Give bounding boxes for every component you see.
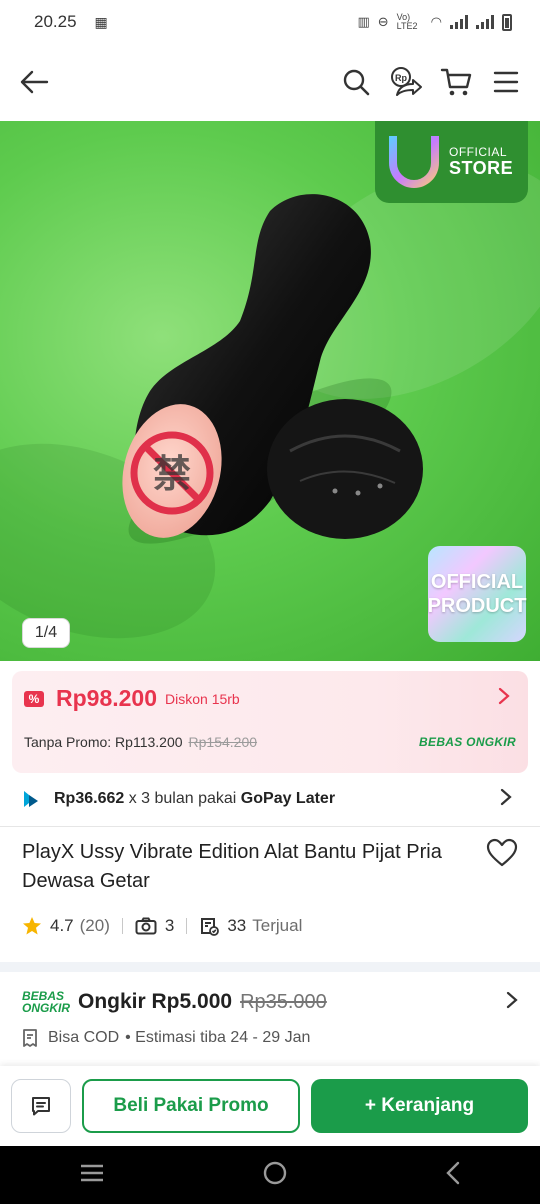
cart-icon[interactable] [438,64,474,100]
wishlist-heart-icon[interactable] [486,838,518,870]
product-stats: 4.7 (20) 3 33 Terjual [22,912,302,940]
wifi-icon: ◠ [430,14,442,29]
buy-with-promo-button[interactable]: Beli Pakai Promo [82,1079,300,1133]
shipping-cost: Ongkir Rp5.000 [78,990,233,1013]
price-card[interactable]: % Rp98.200 Diskon 15rb Tanpa Promo: Rp11… [12,671,528,773]
image-counter: 1/4 [22,618,70,648]
rating-value: 4.7 [50,916,74,935]
vibrate-icon: ▥ [357,14,370,29]
photo-count[interactable]: 3 [165,916,174,936]
chevron-right-icon[interactable] [500,788,512,811]
original-price: Rp154.200 [188,734,258,750]
signal-icon-2 [476,15,494,29]
gopay-middle: x 3 bulan pakai [124,790,241,807]
gopay-amount: Rp36.662 [54,790,125,807]
sold-bag-icon [199,916,220,936]
signal-icon [450,15,468,29]
badge-line2: STORE [449,157,514,178]
shipping-row[interactable]: BEBAS ONGKIR Ongkir Rp5.000 Rp35.000 [22,990,518,1014]
sold-label: Terjual [252,916,303,935]
bebas-ongkir-logo: BEBAS ONGKIR [22,990,70,1014]
battery-icon [502,13,512,31]
menu-icon[interactable] [488,64,524,100]
sold-count: 33 [227,916,247,935]
chevron-right-icon[interactable] [498,687,510,710]
bebas-logo-line2: ONGKIR [22,1001,70,1015]
separator [121,918,123,934]
recent-apps-icon[interactable] [79,1163,105,1188]
review-count[interactable]: (20) [80,916,110,936]
svg-text:禁: 禁 [153,452,191,496]
delivery-eta: • Estimasi tiba 24 - 29 Jan [125,1029,311,1046]
chevron-right-icon[interactable] [506,991,518,1014]
no-promo-price: Tanpa Promo: Rp113.200 [24,734,183,750]
section-divider [0,962,540,972]
price-main: Rp98.200 [56,685,158,711]
product-image[interactable]: 禁 OFFICIAL STORE OFFICIAL PRODUCT 1/4 [0,121,540,661]
camera-icon [135,917,157,935]
chat-icon [32,1097,50,1116]
back-arrow-icon[interactable] [16,64,52,100]
network-type: Vo) LTE2 [396,12,418,31]
status-right: ▥ ⊖ Vo) LTE2 ◠ [357,13,512,31]
separator [186,918,188,934]
add-to-cart-button[interactable]: + Keranjang [311,1079,528,1133]
gopay-icon [24,791,38,807]
official-product-badge: OFFICIAL PRODUCT [428,546,526,642]
cod-label: Bisa COD [48,1029,120,1046]
system-nav-bar [0,1146,540,1204]
search-icon[interactable] [338,64,374,100]
store-logo-icon [389,136,439,188]
official-product-line2: PRODUCT [427,595,527,617]
badge-line1: OFFICIAL [449,145,508,160]
shipping-original-cost: Rp35.000 [240,990,327,1013]
star-icon [22,916,42,936]
svg-text:Rp: Rp [395,73,407,83]
product-title: PlayX Ussy Vibrate Edition Alat Bantu Pi… [22,841,442,892]
gopay-later-row[interactable]: Rp36.662 x 3 bulan pakai GoPay Later [0,780,540,818]
back-icon[interactable] [445,1161,461,1190]
discount-voucher-icon: % [24,690,44,707]
status-time: 20.25 [34,12,77,31]
free-shipping-logo: BEBAS ONGKIR [419,735,516,749]
home-icon[interactable] [262,1160,288,1191]
shipping-details: Bisa COD • Estimasi tiba 24 - 29 Jan [22,1028,310,1048]
divider [0,826,540,827]
status-bar: 20.25 ▦ ▥ ⊖ Vo) LTE2 ◠ [0,0,540,44]
cod-receipt-icon [22,1028,40,1048]
official-store-badge: OFFICIAL STORE [375,121,528,203]
data-saver-icon: ▦ [94,13,108,30]
chat-button[interactable] [11,1079,71,1133]
official-product-line1: OFFICIAL [430,571,524,593]
price-discount: Diskon 15rb [165,690,240,707]
dnd-icon: ⊖ [377,14,389,29]
bottom-action-bar: Beli Pakai Promo + Keranjang [0,1066,540,1146]
app-header: Rp [0,44,540,120]
rp-share-icon[interactable]: Rp [388,64,424,100]
gopay-brand: GoPay Later [240,790,336,807]
